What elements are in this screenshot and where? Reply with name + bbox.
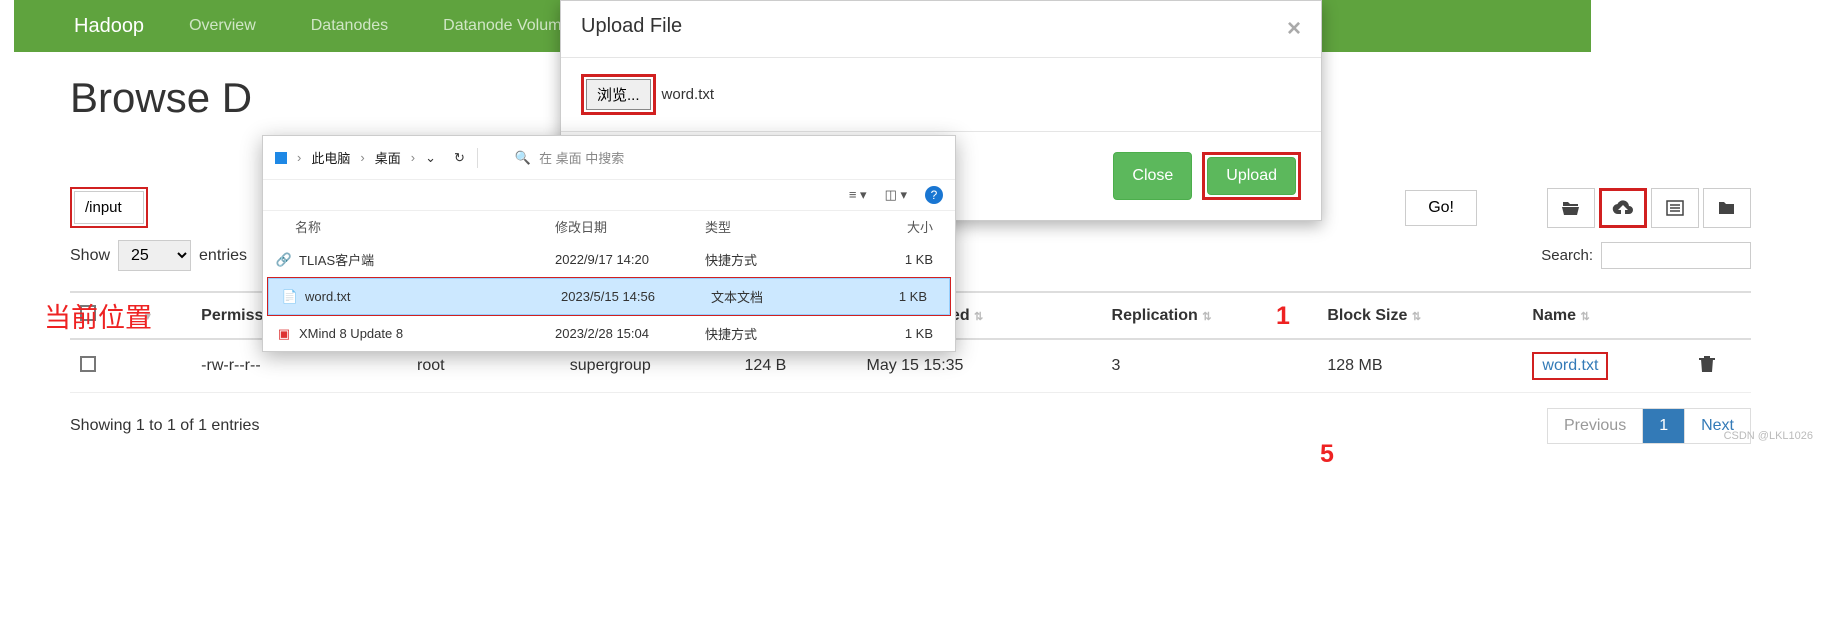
delete-button[interactable] — [1699, 360, 1715, 377]
go-button[interactable]: Go! — [1405, 190, 1477, 226]
cloud-upload-icon — [1612, 199, 1634, 217]
chevron-icon: › — [411, 150, 415, 165]
prev-button[interactable]: Previous — [1548, 409, 1643, 443]
col-replication[interactable]: Replication — [1112, 307, 1198, 324]
entries-select[interactable]: 25 — [118, 240, 191, 271]
chevron-icon: › — [360, 150, 364, 165]
show-prefix: Show — [70, 247, 110, 265]
dropdown-icon[interactable]: ⌄ — [425, 150, 436, 166]
xmind-icon: ▣ — [275, 325, 293, 343]
txt-icon: 📄 — [281, 288, 299, 306]
search-input[interactable] — [1601, 242, 1751, 269]
breadcrumb-pc[interactable]: 此电脑 — [311, 148, 350, 167]
watermark: CSDN @LKL1026 — [1724, 430, 1813, 442]
view-menu-icon[interactable]: ≡ ▾ — [849, 187, 867, 203]
cell-replication: 3 — [1102, 339, 1318, 393]
fp-search-placeholder: 在 桌面 中搜索 — [539, 148, 624, 167]
selected-filename: word.txt — [662, 86, 715, 103]
modal-title: Upload File — [581, 15, 682, 43]
file-link[interactable]: word.txt — [1532, 352, 1608, 380]
trash-icon — [1699, 355, 1715, 373]
upload-button-icon[interactable] — [1599, 188, 1647, 228]
fp-toolbar: ≡ ▾ ◫ ▾ ? — [263, 179, 955, 211]
chevron-icon: › — [297, 150, 301, 165]
nav-datanode-volume[interactable]: Datanode Volum — [443, 17, 561, 35]
paste-button[interactable] — [1703, 188, 1751, 228]
refresh-button[interactable]: ↻ — [454, 150, 465, 166]
col-name[interactable]: Name — [1532, 307, 1576, 324]
close-button[interactable]: Close — [1113, 152, 1192, 200]
fp-col-name[interactable]: 名称 — [275, 217, 555, 236]
page-number[interactable]: 1 — [1643, 409, 1685, 443]
pc-icon — [275, 152, 287, 164]
annotation-location: 当前位置 — [44, 296, 152, 335]
app-icon: 🔗 — [275, 251, 293, 269]
nav-datanodes[interactable]: Datanodes — [311, 17, 388, 35]
help-icon[interactable]: ? — [925, 186, 943, 204]
path-input[interactable] — [74, 191, 144, 224]
cut-button[interactable] — [1651, 188, 1699, 228]
entries-info: Showing 1 to 1 of 1 entries — [70, 417, 259, 435]
fp-search[interactable]: 🔍 在 桌面 中搜索 — [505, 144, 943, 171]
show-suffix: entries — [199, 247, 247, 265]
fp-col-size[interactable]: 大小 — [840, 217, 943, 236]
nav-overview[interactable]: Overview — [189, 17, 256, 35]
pagination: Previous 1 Next — [1547, 408, 1751, 444]
folder-open-icon — [1561, 200, 1581, 216]
upload-highlight: Upload — [1202, 152, 1301, 200]
fp-file-row[interactable]: 📄word.txt 2023/5/15 14:56 文本文档 1 KB — [269, 279, 949, 314]
browse-highlight: 浏览... — [581, 74, 656, 115]
layout-icon[interactable]: ◫ ▾ — [885, 187, 907, 203]
row-checkbox[interactable] — [80, 356, 96, 372]
fp-selected-highlight: 📄word.txt 2023/5/15 14:56 文本文档 1 KB — [267, 277, 951, 316]
fp-columns: 名称 修改日期 类型 大小 — [263, 211, 955, 242]
col-block[interactable]: Block Size — [1327, 307, 1407, 324]
breadcrumb-desktop[interactable]: 桌面 — [375, 148, 401, 167]
modal-close-button[interactable]: × — [1287, 15, 1301, 43]
new-folder-button[interactable] — [1547, 188, 1595, 228]
upload-submit-button[interactable]: Upload — [1207, 157, 1296, 195]
fp-file-row[interactable]: ▣XMind 8 Update 8 2023/2/28 15:04 快捷方式 1… — [263, 316, 955, 351]
footer-row: Showing 1 to 1 of 1 entries Previous 1 N… — [70, 408, 1751, 444]
path-input-highlight — [70, 187, 148, 228]
cell-block: 128 MB — [1317, 339, 1522, 393]
search-icon: 🔍 — [515, 150, 531, 166]
fp-file-row[interactable]: 🔗TLIAS客户端 2022/9/17 14:20 快捷方式 1 KB — [263, 242, 955, 277]
search-label: Search: — [1541, 247, 1593, 264]
fp-col-type[interactable]: 类型 — [705, 217, 840, 236]
annotation-1: 1 — [1276, 302, 1290, 331]
list-icon — [1666, 200, 1684, 216]
toolbar-icon-group — [1547, 188, 1751, 228]
brand[interactable]: Hadoop — [74, 15, 144, 38]
file-picker: › 此电脑 › 桌面 › ⌄ ↻ 🔍 在 桌面 中搜索 ≡ ▾ ◫ ▾ ? 名称… — [262, 135, 956, 352]
fp-header: › 此电脑 › 桌面 › ⌄ ↻ 🔍 在 桌面 中搜索 — [263, 136, 955, 179]
folder-share-icon — [1717, 200, 1737, 216]
fp-col-date[interactable]: 修改日期 — [555, 217, 705, 236]
browse-button[interactable]: 浏览... — [586, 79, 651, 110]
annotation-5: 5 — [1320, 440, 1334, 469]
